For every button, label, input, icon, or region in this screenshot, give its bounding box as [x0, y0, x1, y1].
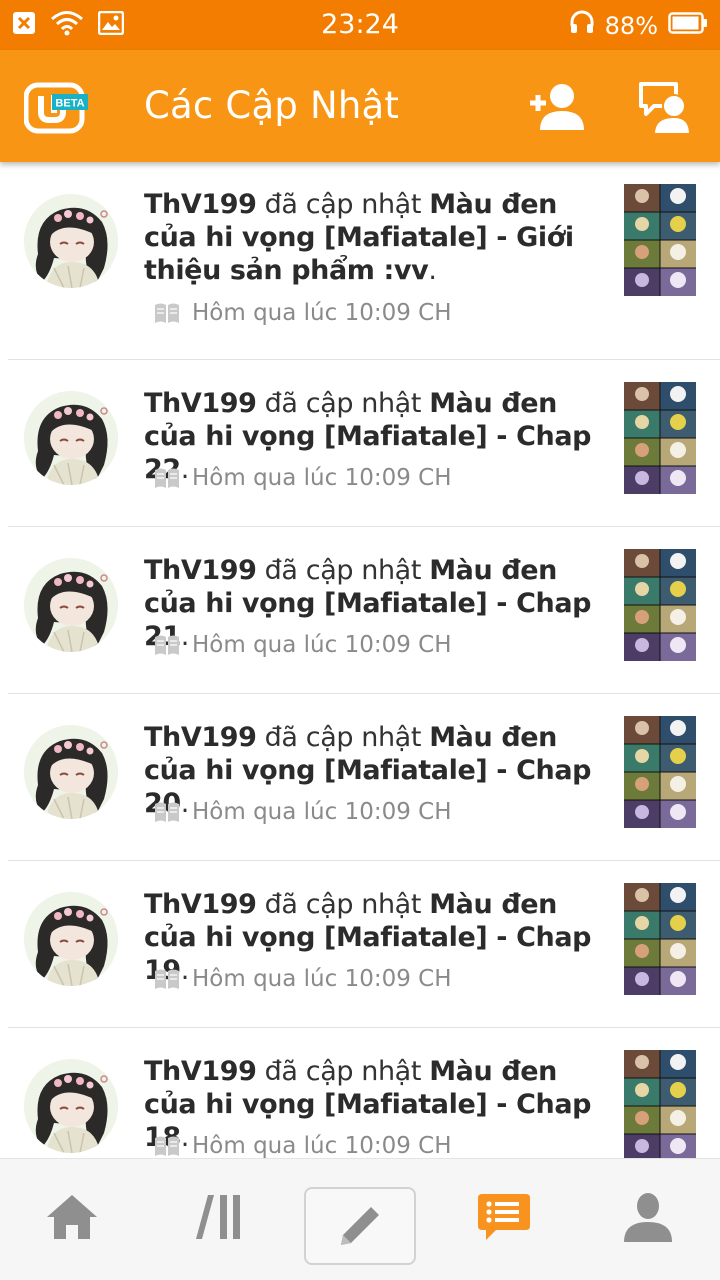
nav-profile[interactable]: [618, 1187, 678, 1247]
messages-button[interactable]: [638, 80, 692, 135]
update-action: đã cập nhật: [256, 189, 430, 220]
update-meta: Hôm qua lúc 10:09 CH: [154, 1133, 452, 1158]
update-meta: Hôm qua lúc 10:09 CH: [154, 465, 452, 491]
status-bar: 23:24 88%: [0, 0, 720, 50]
nav-write[interactable]: [304, 1187, 416, 1265]
nav-home[interactable]: [42, 1187, 102, 1247]
beta-badge: BETA: [55, 98, 84, 110]
feed-item[interactable]: ThV199 đã cập nhật Màu đen của hi vọng […: [0, 162, 720, 360]
updates-feed[interactable]: ThV199 đã cập nhật Màu đen của hi vọng […: [0, 162, 720, 1158]
update-meta: Hôm qua lúc 10:09 CH: [154, 966, 452, 992]
update-time: Hôm qua lúc 10:09 CH: [192, 465, 452, 491]
username[interactable]: ThV199: [144, 889, 257, 920]
update-meta: Hôm qua lúc 10:09 CH: [154, 799, 452, 825]
add-friend-button[interactable]: [528, 82, 584, 132]
status-right-icons: 88%: [569, 10, 708, 42]
update-time: Hôm qua lúc 10:09 CH: [192, 1133, 452, 1158]
book-icon: [155, 303, 179, 323]
username[interactable]: ThV199: [144, 555, 257, 586]
story-cover[interactable]: [624, 883, 696, 995]
book-icon: [155, 802, 179, 822]
write-icon: [341, 1207, 379, 1245]
story-cover[interactable]: [624, 382, 696, 494]
profile-icon: [624, 1193, 672, 1242]
update-meta: Hôm qua lúc 10:09 CH: [154, 300, 452, 326]
story-cover[interactable]: [624, 716, 696, 828]
feed-item[interactable]: ThV199 đã cập nhật Màu đen của hi vọng […: [0, 1028, 720, 1158]
avatar[interactable]: [24, 892, 118, 986]
battery-icon: [668, 11, 708, 41]
updates-icon: [478, 1194, 530, 1240]
add-user-icon: [530, 84, 584, 130]
username[interactable]: ThV199: [144, 189, 257, 220]
update-time: Hôm qua lúc 10:09 CH: [192, 799, 452, 825]
username[interactable]: ThV199: [144, 388, 257, 419]
nav-updates[interactable]: [474, 1187, 534, 1247]
story-cover[interactable]: [624, 184, 696, 296]
update-action: đã cập nhật: [256, 555, 430, 586]
nav-library[interactable]: [188, 1187, 248, 1247]
feed-item[interactable]: ThV199 đã cập nhật Màu đen của hi vọng […: [0, 360, 720, 527]
username[interactable]: ThV199: [144, 1056, 257, 1087]
book-icon: [155, 468, 179, 488]
avatar[interactable]: [24, 1059, 118, 1153]
update-meta: Hôm qua lúc 10:09 CH: [154, 632, 452, 658]
update-action: đã cập nhật: [256, 722, 430, 753]
page-title: Các Cập Nhật: [144, 84, 400, 127]
headset-icon: [569, 10, 595, 42]
book-icon: [155, 969, 179, 989]
story-cover[interactable]: [624, 1050, 696, 1158]
avatar[interactable]: [24, 194, 118, 288]
update-action: đã cập nhật: [256, 889, 430, 920]
home-icon: [47, 1195, 97, 1239]
feed-item[interactable]: ThV199 đã cập nhật Màu đen của hi vọng […: [0, 861, 720, 1028]
book-icon: [155, 1136, 179, 1156]
bottom-nav: [0, 1158, 720, 1280]
app-bar: BETA Các Cập Nhật: [0, 50, 720, 162]
feed-item[interactable]: ThV199 đã cập nhật Màu đen của hi vọng […: [0, 694, 720, 861]
update-time: Hôm qua lúc 10:09 CH: [192, 300, 452, 326]
username[interactable]: ThV199: [144, 722, 257, 753]
avatar[interactable]: [24, 558, 118, 652]
wattpad-logo[interactable]: BETA: [23, 82, 88, 134]
story-cover[interactable]: [624, 549, 696, 661]
update-text[interactable]: ThV199 đã cập nhật Màu đen của hi vọng […: [144, 188, 608, 287]
chat-user-icon: [639, 82, 692, 135]
update-time: Hôm qua lúc 10:09 CH: [192, 632, 452, 658]
update-action: đã cập nhật: [256, 388, 430, 419]
avatar[interactable]: [24, 725, 118, 819]
book-icon: [155, 635, 179, 655]
avatar[interactable]: [24, 391, 118, 485]
feed-item[interactable]: ThV199 đã cập nhật Màu đen của hi vọng […: [0, 527, 720, 694]
battery-percent: 88%: [604, 12, 658, 40]
update-end: .: [428, 255, 437, 286]
library-icon: [196, 1195, 240, 1239]
update-action: đã cập nhật: [256, 1056, 430, 1087]
update-time: Hôm qua lúc 10:09 CH: [192, 966, 452, 992]
